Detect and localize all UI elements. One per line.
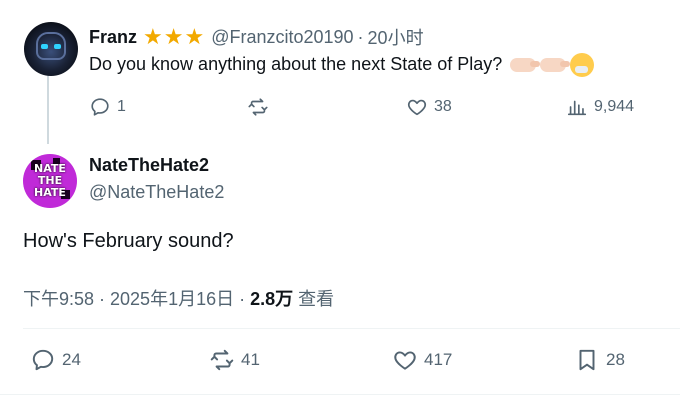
avatar[interactable]: NATE THE HATE bbox=[23, 154, 77, 208]
reply-tweet[interactable]: Franz ★★★ @Franzcito20190 · 20小时 Do you … bbox=[0, 0, 680, 140]
repost-button[interactable]: 41 bbox=[209, 347, 260, 373]
tweet-action-bar: 24 41 417 28 bbox=[0, 347, 680, 377]
post-time[interactable]: 20小时 bbox=[368, 24, 424, 50]
heart-icon bbox=[394, 351, 416, 370]
bookmark-count: 28 bbox=[606, 350, 625, 369]
pointing-left-emoji-icon bbox=[510, 58, 541, 72]
repost-icon bbox=[210, 349, 234, 371]
reply-icon bbox=[91, 98, 109, 116]
user-name[interactable]: Franz bbox=[89, 27, 137, 48]
bookmark-icon bbox=[579, 349, 595, 371]
reply-count: 24 bbox=[62, 350, 81, 369]
reply-header: Franz ★★★ @Franzcito20190 · 20小时 bbox=[89, 24, 424, 50]
avatar-logo-text: NATE THE HATE bbox=[34, 162, 66, 199]
views-label: 查看 bbox=[293, 289, 335, 309]
like-button[interactable]: 417 bbox=[392, 347, 452, 373]
bookmark-button[interactable]: 28 bbox=[574, 347, 625, 373]
repost-icon bbox=[248, 98, 268, 116]
tweet-metadata: 下午9:58 · 2025年1月16日 · 2.8万 查看 bbox=[23, 285, 334, 311]
reply-count: 1 bbox=[117, 98, 126, 115]
avatar[interactable] bbox=[24, 22, 78, 76]
user-handle[interactable]: @Franzcito20190 bbox=[211, 27, 353, 48]
avatar-eye-left bbox=[41, 44, 48, 49]
meta-separator: · bbox=[357, 26, 364, 47]
reply-icon bbox=[32, 349, 54, 371]
divider bbox=[23, 328, 680, 329]
post-timestamp[interactable]: 下午9:58 · 2025年1月16日 · bbox=[23, 289, 250, 309]
sneezing-face-emoji-icon bbox=[570, 53, 595, 77]
reply-action-bar: 1 38 9,944 bbox=[0, 96, 680, 120]
star-badge-icon: ★★★ bbox=[143, 24, 206, 49]
reply-button[interactable]: 24 bbox=[30, 347, 81, 373]
pointing-right-emoji-icon bbox=[540, 58, 571, 72]
view-count: 2.8万 bbox=[250, 289, 294, 309]
heart-icon bbox=[407, 99, 427, 116]
like-count: 38 bbox=[434, 98, 452, 115]
like-count: 417 bbox=[424, 350, 453, 369]
user-name[interactable]: NateTheHate2 bbox=[89, 155, 209, 176]
repost-count: 41 bbox=[241, 350, 260, 369]
views-chart-icon bbox=[567, 100, 587, 116]
tweet-text: How's February sound? bbox=[23, 230, 234, 252]
reply-button[interactable]: 1 bbox=[89, 96, 126, 118]
main-tweet: NATE THE HATE NateTheHate2 @NateTheHate2… bbox=[0, 140, 680, 416]
view-count: 9,944 bbox=[594, 98, 635, 115]
views-button[interactable]: 9,944 bbox=[566, 96, 634, 118]
avatar-eye-right bbox=[54, 44, 61, 49]
like-button[interactable]: 38 bbox=[406, 96, 452, 118]
user-handle[interactable]: @NateTheHate2 bbox=[89, 182, 224, 203]
reply-text: Do you know anything about the next Stat… bbox=[89, 53, 595, 77]
reply-body: Do you know anything about the next Stat… bbox=[89, 53, 503, 74]
divider bbox=[0, 394, 680, 395]
repost-button[interactable] bbox=[247, 96, 269, 118]
